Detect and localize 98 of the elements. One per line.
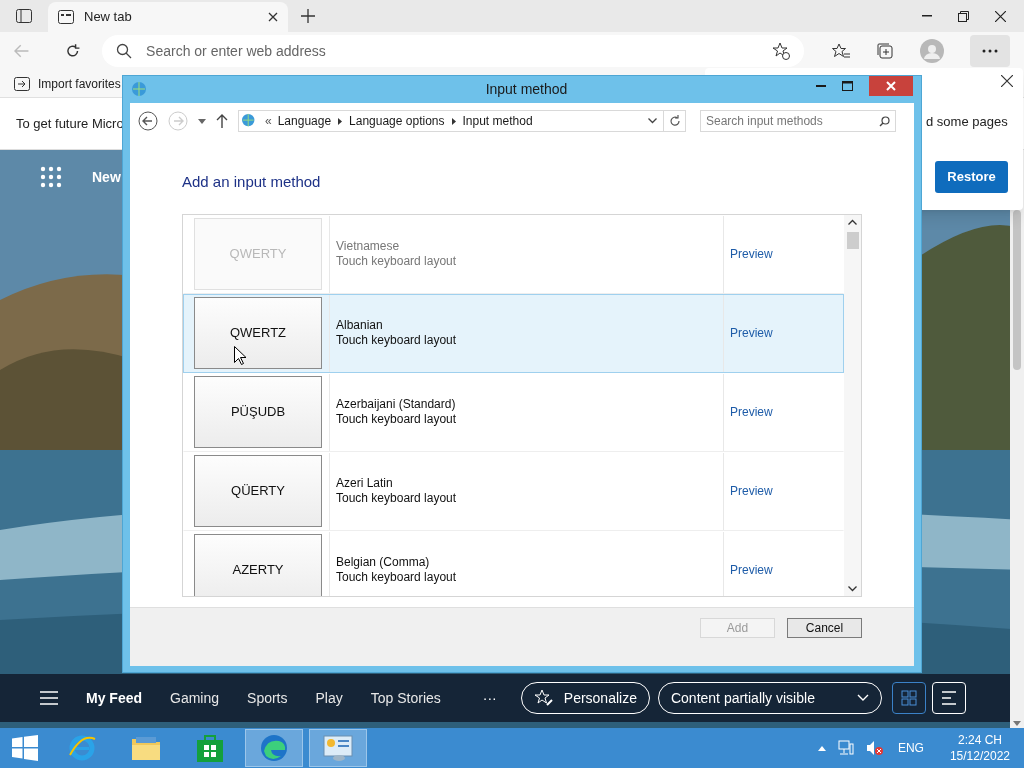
wave-logo-icon xyxy=(259,733,289,763)
breadcrumb-item[interactable]: Language options xyxy=(349,112,445,130)
dialog-heading: Add an input method xyxy=(182,172,322,192)
feed-tab[interactable]: My Feed xyxy=(86,687,142,709)
add-favorite-icon xyxy=(772,42,790,60)
grid-view-button[interactable] xyxy=(891,682,926,714)
show-hidden-icon xyxy=(817,745,826,751)
favorites-icon xyxy=(832,43,850,59)
close-button[interactable] xyxy=(869,76,913,96)
popup-text: d some pages xyxy=(926,113,1008,131)
new-tab-label: New xyxy=(92,167,121,187)
more-icon xyxy=(982,49,998,53)
language-name: Vietnamese xyxy=(336,239,401,254)
minimize-icon xyxy=(922,15,932,17)
apps-grid-icon xyxy=(40,166,62,188)
window-title: Input method xyxy=(485,80,568,99)
feed-tab[interactable]: Sports xyxy=(247,687,288,709)
refresh-icon xyxy=(64,43,81,59)
scrollbar-thumb[interactable] xyxy=(846,231,859,249)
preview-link[interactable]: Preview xyxy=(730,403,773,421)
profile-avatar-icon xyxy=(920,39,944,63)
restore-button[interactable]: Restore xyxy=(935,161,1008,193)
chevron-right-icon xyxy=(451,117,456,125)
store-bag-icon xyxy=(196,733,224,763)
preview-link[interactable]: Preview xyxy=(730,482,773,500)
search-icon xyxy=(116,43,133,59)
browser-tab[interactable]: New tab xyxy=(48,2,288,32)
layout-description: Touch keyboard layout xyxy=(336,254,458,269)
keyboard-layout-tile: QWERTY xyxy=(194,218,322,290)
search-icon xyxy=(879,115,890,127)
scrollbar-thumb[interactable] xyxy=(1013,210,1021,370)
up-arrow-icon xyxy=(216,114,228,128)
dialog-button[interactable]: Cancel xyxy=(787,618,862,638)
close-icon xyxy=(886,81,896,91)
language-name: Albanian xyxy=(336,318,384,333)
minimize-icon xyxy=(816,84,826,88)
more-tabs[interactable]: ··· xyxy=(482,687,497,709)
chevron-down-icon xyxy=(648,118,657,124)
layout-description: Touch keyboard layout xyxy=(336,570,458,585)
preview-link[interactable]: Preview xyxy=(730,561,773,579)
taskbar-app[interactable] xyxy=(245,729,303,767)
refresh-icon xyxy=(668,115,681,127)
language-indicator[interactable]: ENG xyxy=(897,739,924,757)
network-icon xyxy=(837,740,854,756)
close-icon xyxy=(268,12,278,22)
keyboard-layout-tile: QÜERTY xyxy=(194,455,322,527)
tab-title: New tab xyxy=(84,8,133,27)
grid-icon xyxy=(900,690,917,706)
menu-icon xyxy=(40,691,58,705)
close-icon xyxy=(1001,75,1013,87)
clock[interactable]: 2:24 CH 15/12/2022 xyxy=(949,732,1010,764)
browser-e-icon xyxy=(67,733,97,763)
new-tab-icon xyxy=(301,9,315,23)
language-name: Azerbaijani (Standard) xyxy=(336,397,457,412)
taskbar-app[interactable] xyxy=(309,729,367,767)
tab-page-icon xyxy=(58,10,74,24)
chevron-right-icon xyxy=(338,117,343,125)
sidebar-icon xyxy=(16,9,32,23)
chevron-down-icon xyxy=(856,694,869,702)
breadcrumb-item[interactable]: Language xyxy=(277,112,332,130)
feed-tab[interactable]: Top Stories xyxy=(370,687,441,709)
layout-description: Touch keyboard layout xyxy=(336,333,458,348)
list-view-button[interactable] xyxy=(931,682,966,714)
preview-link[interactable]: Preview xyxy=(730,324,773,342)
layout-description: Touch keyboard layout xyxy=(336,412,458,427)
breadcrumb-overflow[interactable]: « xyxy=(265,112,272,130)
folder-icon xyxy=(130,734,162,762)
back-arrow-icon xyxy=(14,44,30,58)
scroll-down-icon xyxy=(848,585,857,592)
keyboard-layout-tile: AZERTY xyxy=(194,534,322,596)
feed-tab[interactable]: Gaming xyxy=(170,687,220,709)
language-name: Azeri Latin xyxy=(336,476,394,491)
input-method-row[interactable]: QWERTZ Albanian Touch keyboard layout Preview xyxy=(183,293,844,373)
import-icon xyxy=(14,76,30,91)
keyboard-layout-tile: QWERTZ xyxy=(194,297,322,369)
speaker-muted-icon xyxy=(865,740,884,756)
list-icon xyxy=(940,691,957,705)
keyboard-layout-tile: PÜŞUDB xyxy=(194,376,322,448)
star-pencil-icon xyxy=(533,689,554,707)
feed-tab[interactable]: Play xyxy=(315,687,343,709)
close-icon xyxy=(995,10,1006,22)
language-name: Belgian (Comma) xyxy=(336,555,431,570)
input-method-row[interactable]: QÜERTY Azeri Latin Touch keyboard layout Preview xyxy=(183,451,844,531)
mouse-cursor-icon xyxy=(234,346,246,365)
address-bar[interactable]: « Language Language options Input method xyxy=(238,110,686,132)
address-field[interactable]: Search or enter web address xyxy=(102,35,804,67)
favorites-bar-item[interactable]: Import favorites xyxy=(14,74,121,93)
windows-logo-icon xyxy=(12,735,38,761)
layout-description: Touch keyboard layout xyxy=(336,491,458,506)
maximize-icon xyxy=(842,81,853,91)
search-field[interactable]: Search input methods xyxy=(700,110,896,132)
restore-icon xyxy=(958,10,969,22)
input-method-row[interactable]: PÜŞUDB Azerbaijani (Standard) Touch keyboard layout Preview xyxy=(183,372,844,452)
breadcrumb-item[interactable]: Input method xyxy=(462,112,533,130)
control-panel-icon xyxy=(322,734,354,762)
dropdown-arrow-icon xyxy=(198,118,206,124)
collections-icon xyxy=(876,42,894,60)
scroll-up-icon xyxy=(848,218,857,225)
